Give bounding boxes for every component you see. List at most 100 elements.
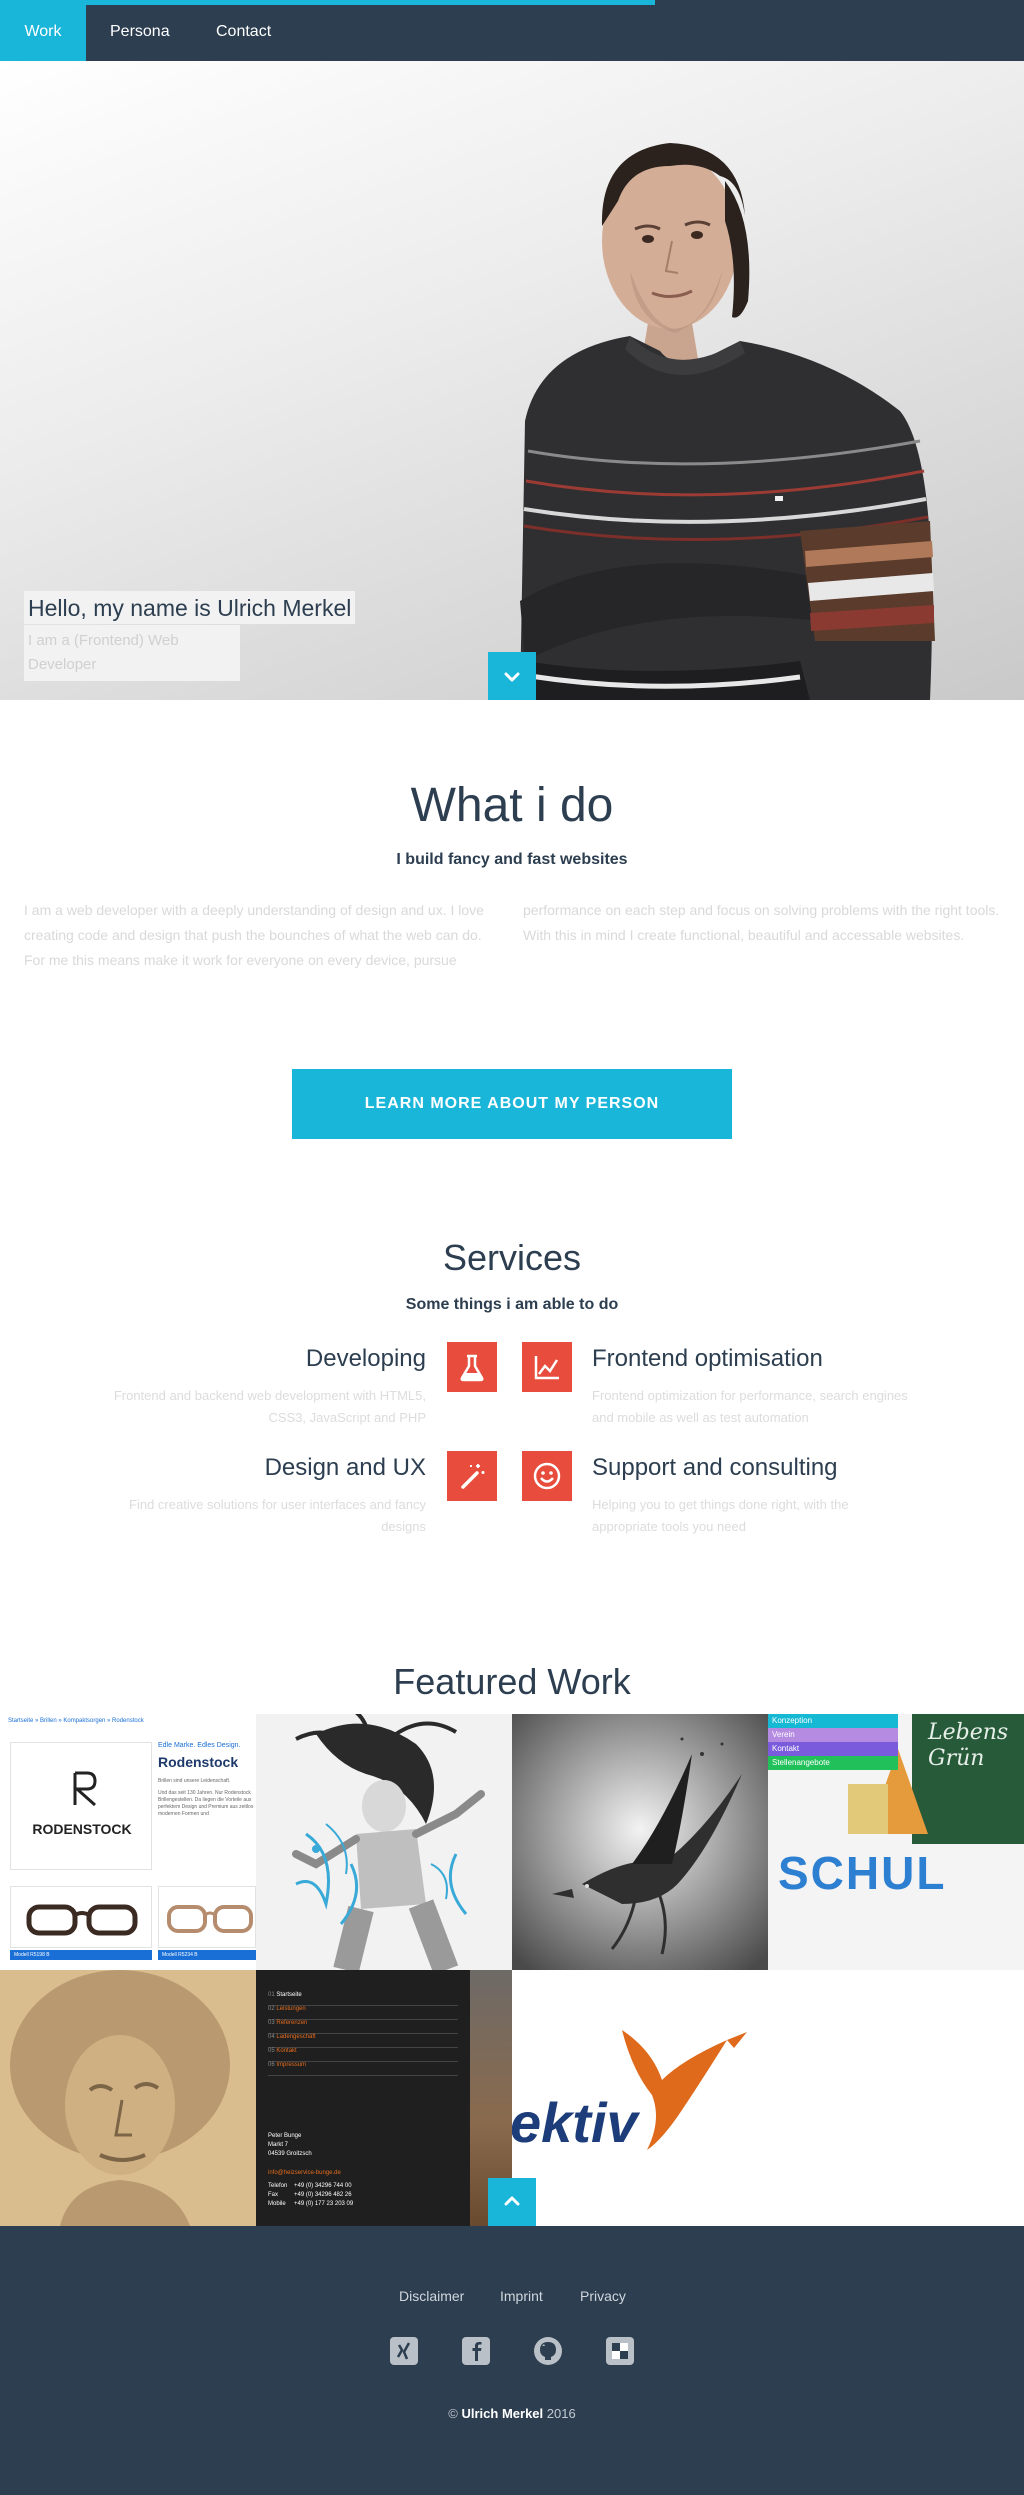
copyright-symbol: © [448, 2406, 458, 2421]
portrait-image [520, 143, 935, 700]
service-title-optimisation: Frontend optimisation [592, 1345, 823, 1372]
ektiv-wordmark: ektiv [512, 2091, 638, 2154]
menu-label: Leistungen [276, 2006, 306, 2012]
menu-num: 03 [268, 2020, 275, 2026]
bunge-menu-item: 06 Impressum [268, 2062, 458, 2076]
nav-item-work[interactable]: Work [0, 0, 86, 61]
portfolio-tile-bunge[interactable]: 01 Startseite 02 Leistungen 03 Referenze… [256, 1970, 512, 2226]
tile-text-1: Brillen sind unsere Leidenschaft. [158, 1778, 231, 1784]
address-line: Markt 7 [268, 2142, 289, 2148]
address-line: Peter Bunge [268, 2133, 302, 2139]
dancer-artwork-image [256, 1714, 512, 1970]
footer-link-privacy[interactable]: Privacy [580, 2288, 626, 2304]
bird-artwork-image [512, 1714, 768, 1970]
glasses-icon [26, 1904, 138, 1936]
bunge-menu-item: 04 Ladengeschäft [268, 2034, 458, 2048]
portfolio-tile-empty [768, 1970, 1024, 2226]
rodenstock-logo-box: RODENSTOCK [10, 1742, 152, 1870]
glasses-product-1 [10, 1886, 152, 1948]
nav-item-persona[interactable]: Persona [86, 0, 194, 61]
nav-item-contact[interactable]: Contact [192, 0, 295, 61]
delicious-link[interactable] [606, 2337, 634, 2365]
magic-wand-icon [461, 1464, 485, 1489]
section-subtitle-services: Some things i am able to do [405, 1296, 619, 1313]
footer-link-imprint[interactable]: Imprint [500, 2288, 543, 2304]
service-text-design: Find creative solutions for user interfa… [129, 1497, 426, 1534]
delicious-icon [612, 2343, 628, 2359]
portfolio-tile-bird[interactable] [512, 1714, 768, 1970]
phone-line: Fax +49 (0) 34296 482 26 [268, 2191, 353, 2200]
bunge-menu-item: 03 Referenzen [268, 2020, 458, 2034]
facebook-link[interactable] [462, 2337, 490, 2365]
portrait-artwork-image [0, 1970, 256, 2226]
bunge-address: Peter Bunge Markt 7 04539 Groitzsch [268, 2132, 312, 2159]
footer-link-disclaimer[interactable]: Disclaimer [399, 2288, 464, 2304]
service-icon-support [522, 1451, 572, 1501]
product-button-2[interactable]: Modell R5234 B [158, 1950, 256, 1960]
phone-value: +49 (0) 177 23 203 09 [294, 2201, 354, 2207]
hero-greeting: Hello, my name is Ulrich Merkel [24, 591, 356, 624]
back-to-top-button[interactable] [488, 2178, 536, 2226]
portfolio-tile-rodenstock[interactable]: Startseite » Brillen » Kompaktsorgen » R… [0, 1714, 256, 1970]
site-footer: Disclaimer Imprint Privacy © Ulrich Merk… [0, 2226, 1024, 2495]
xing-link[interactable] [390, 2337, 418, 2365]
tile-tagline: Edle Marke. Edles Design. [158, 1742, 241, 1749]
bunge-menu-item: 02 Leistungen [268, 2006, 458, 2020]
menu-num: 04 [268, 2034, 275, 2040]
tile-menu-item: Stellenangebote [768, 1756, 898, 1770]
copyright-notice: © Ulrich Merkel 2016 [0, 2406, 1024, 2421]
service-icon-design [447, 1451, 497, 1501]
section-subtitle-what-i-do: I build fancy and fast websites [396, 851, 628, 868]
github-link[interactable] [534, 2337, 562, 2365]
chart-icon [534, 1356, 559, 1380]
portfolio-tile-portrait[interactable] [0, 1970, 256, 2226]
learn-more-button[interactable]: LEARN MORE ABOUT MY PERSON [292, 1069, 732, 1139]
copyright-name: Ulrich Merkel [461, 2406, 544, 2421]
menu-num: 02 [268, 2006, 275, 2012]
menu-label: Impressum [276, 2062, 307, 2068]
phone-line: Telefon +49 (0) 34296 744 00 [268, 2182, 353, 2191]
intro-paragraph-left: I am a web developer with a deeply under… [24, 902, 484, 968]
portfolio-tile-dancer[interactable] [256, 1714, 512, 1970]
portfolio-tile-ektiv[interactable]: ektiv [512, 1970, 768, 2226]
hero-section: Hello, my name is Ulrich Merkel I am a (… [0, 61, 1024, 700]
menu-label: Startseite [276, 1992, 302, 1998]
phone-value: +49 (0) 34296 482 26 [294, 2192, 352, 2198]
copyright-year: 2016 [546, 2406, 576, 2421]
menu-label: Ladengeschäft [276, 2034, 316, 2040]
product-button-1[interactable]: Modell R5198 B [10, 1950, 152, 1960]
service-title-design: Design and UX [264, 1454, 426, 1481]
tile-menu-item: Konzeption [768, 1714, 898, 1728]
chevron-down-icon [504, 672, 520, 682]
phone-label: Telefon [268, 2183, 288, 2189]
section-title-featured-work: Featured Work [393, 1661, 631, 1702]
github-icon [540, 2342, 556, 2360]
scroll-down-button[interactable] [488, 652, 536, 700]
service-text-developing: Frontend and backend web development wit… [113, 1388, 426, 1425]
menu-num: 01 [268, 1992, 275, 1998]
service-icon-optimisation [522, 1342, 572, 1392]
tile-menu-item: Verein [768, 1728, 898, 1742]
xing-icon [396, 2342, 411, 2360]
bunge-phones: Telefon +49 (0) 34296 744 00 Fax +49 (0) 3… [268, 2182, 353, 2209]
phone-value: +49 (0) 34296 744 00 [294, 2183, 352, 2189]
menu-num: 06 [268, 2062, 275, 2068]
intro-paragraph-right: performance on each step and focus on so… [523, 902, 1000, 943]
bunge-email: info@heizservice-bunge.de [268, 2170, 341, 2176]
hero-subtitle: I am a (Frontend) Web Developer [24, 625, 240, 681]
service-text-optimisation: Frontend optimization for performance, s… [592, 1388, 908, 1425]
tile-breadcrumb: Startseite » Brillen » Kompaktsorgen » R… [8, 1718, 144, 1724]
phone-line: Mobile +49 (0) 177 23 203 09 [268, 2200, 353, 2209]
address-line: 04539 Groitzsch [268, 2151, 312, 2157]
portfolio-tile-school[interactable]: Lebens Grün SCHUL Konzeption Verein Kont… [768, 1714, 1024, 1970]
section-title-what-i-do: What i do [410, 779, 614, 832]
menu-label: Kontakt [276, 2048, 297, 2054]
menu-num: 05 [268, 2048, 275, 2054]
bunge-menu-item: 05 Kontakt [268, 2048, 458, 2062]
section-title-services: Services [442, 1237, 582, 1278]
smiley-icon [533, 1462, 561, 1490]
flask-icon [460, 1354, 484, 1382]
service-title-developing: Developing [305, 1345, 426, 1372]
tile-menu: Konzeption Verein Kontakt Stellenangebot… [768, 1714, 898, 1770]
phone-label: Mobile [268, 2201, 286, 2207]
